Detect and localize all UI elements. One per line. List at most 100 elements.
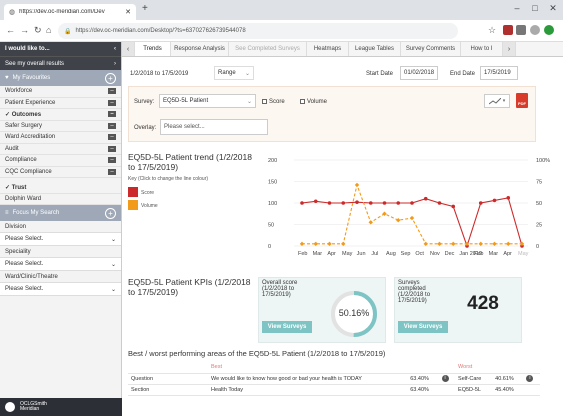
remove-favourite-icon[interactable]: – — [108, 88, 116, 95]
info-icon[interactable]: i — [441, 375, 449, 382]
info-cell — [523, 384, 540, 396]
chevron-left-icon[interactable]: ‹ — [114, 46, 116, 52]
see-results-link[interactable]: See my overall results › — [0, 56, 121, 70]
maximize-icon[interactable]: □ — [528, 3, 542, 13]
sidebar-item[interactable]: Audit – — [0, 144, 121, 155]
address-bar[interactable]: 🔒 https://dev.oc-meridian.com/Desktop/?t… — [58, 23, 458, 39]
favourites-header[interactable]: ♥ My Favourites + — [0, 70, 121, 86]
add-favourite-icon[interactable]: + — [105, 72, 116, 84]
surveys-completed-label: Surveys completed (1/2/2018 to 17/5/2019… — [398, 280, 431, 304]
x-axis-tick-label: Feb — [298, 251, 307, 257]
view-surveys-button[interactable]: View Surveys — [398, 321, 448, 333]
browser-tab[interactable]: ◍ https://dev.oc-meridian.com/Dev ✕ — [4, 4, 136, 20]
sidebar-item[interactable]: Patient Experience – — [0, 98, 121, 109]
star-icon[interactable]: ☆ — [488, 25, 496, 36]
x-axis-tick-label: Jun — [357, 251, 366, 257]
score-point — [451, 204, 456, 209]
tab-item[interactable]: How to I — [461, 42, 503, 56]
division-select[interactable]: Please Select. ⌄ — [0, 232, 121, 246]
overlay-select[interactable]: Please select... — [160, 119, 268, 135]
x-axis-tick-label: May — [342, 251, 353, 257]
filter-icon: ≡ — [5, 210, 9, 216]
ward-clinic-select[interactable]: Please Select. ⌄ — [0, 282, 121, 296]
remove-favourite-icon[interactable]: – — [108, 168, 116, 175]
best-area: We would like to know how good or bad yo… — [208, 373, 408, 385]
sidebar-item-ward[interactable]: Dolphin Ward — [0, 194, 121, 205]
chart-type-button[interactable]: ▾ — [484, 94, 510, 108]
volume-key-swatch[interactable] — [128, 200, 138, 210]
sidebar-item-label: Audit — [5, 145, 19, 152]
best-area: Health Today — [208, 384, 408, 396]
sidebar-item[interactable]: Compliance – — [0, 155, 121, 167]
sidebar-item[interactable]: Workforce – — [0, 86, 121, 98]
pdf-export-icon[interactable]: PDF — [516, 93, 528, 108]
score-key-swatch[interactable] — [128, 187, 138, 197]
sidebar-item[interactable]: CQC Compliance – — [0, 167, 121, 178]
table-header-row: Best Worst — [128, 362, 540, 374]
row-label: Question — [128, 373, 208, 385]
sidebar-item[interactable]: Ward Accreditation – — [0, 132, 121, 144]
start-date-value: 01/02/2018 — [404, 70, 435, 76]
volume-point — [368, 220, 373, 225]
sidebar-item-trust[interactable]: ✓ Trust — [0, 182, 121, 194]
sidebar-item[interactable]: ✓ Outcomes – — [0, 109, 121, 121]
remove-favourite-icon[interactable]: – — [108, 122, 116, 129]
score-point — [300, 201, 304, 205]
remove-favourite-icon[interactable]: – — [108, 99, 116, 106]
close-window-icon[interactable]: ✕ — [546, 3, 560, 14]
sidebar: I would like to... ‹ See my overall resu… — [0, 42, 122, 416]
tab-item[interactable]: League Tables — [349, 42, 401, 56]
add-filter-icon[interactable]: + — [105, 207, 116, 219]
score-key-label: Score — [141, 190, 155, 196]
score-point — [437, 201, 442, 205]
x-axis-tick-label: May — [518, 251, 529, 257]
tab-item[interactable]: Heatmaps — [307, 42, 349, 56]
back-icon[interactable]: ← — [6, 25, 15, 35]
reload-icon[interactable]: ↻ — [34, 25, 42, 36]
chevron-down-icon: ⌄ — [246, 98, 252, 105]
start-date-input[interactable]: 01/02/2018 — [400, 66, 438, 80]
score-point — [313, 199, 318, 204]
sidebar-item-label: CQC Compliance — [5, 168, 52, 175]
remove-favourite-icon[interactable]: – — [108, 157, 116, 164]
x-axis-tick-label: Jul — [371, 251, 378, 257]
new-tab-button[interactable]: + — [142, 3, 148, 14]
volume-point — [354, 182, 360, 188]
speciality-select[interactable]: Please Select. ⌄ — [0, 257, 121, 271]
close-tab-icon[interactable]: ✕ — [125, 8, 131, 16]
extension-icon[interactable] — [544, 25, 554, 35]
chevron-down-icon: ⌄ — [110, 236, 116, 243]
division-value: Please Select. — [5, 236, 44, 242]
sidebar-item[interactable]: Safer Surgery – — [0, 121, 121, 132]
focus-search-header[interactable]: ≡ Focus My Search + — [0, 205, 121, 221]
range-select[interactable]: Range ⌄ — [214, 66, 254, 80]
info-icon[interactable]: i — [526, 375, 534, 382]
end-date-input[interactable]: 17/5/2019 — [480, 66, 518, 80]
tab-item[interactable]: See Completed Surveys — [229, 42, 307, 56]
trend-chart-title: EQ5D-5L Patient trend (1/2/2018 to 17/5/… — [128, 152, 252, 172]
tabs-scroll-right-icon[interactable]: › — [503, 42, 516, 56]
extension-icon[interactable] — [530, 25, 540, 35]
extension-icon[interactable] — [503, 25, 513, 35]
volume-key-label: Volume — [141, 203, 158, 209]
view-surveys-button[interactable]: View Surveys — [262, 321, 312, 333]
score-checkbox[interactable]: Score — [262, 99, 285, 105]
survey-select[interactable]: EQ5D-5L Patient ⌄ — [159, 94, 256, 108]
table-row: Question We would like to know how good … — [128, 373, 540, 385]
left-axis-tick-label: 50 — [268, 223, 274, 229]
x-axis-tick-label: Dec — [445, 251, 455, 257]
score-point — [396, 201, 401, 205]
tab-item[interactable]: Trends — [135, 42, 171, 56]
extension-icon[interactable] — [516, 25, 526, 35]
home-icon[interactable]: ⌂ — [46, 25, 51, 35]
forward-icon[interactable]: → — [20, 25, 29, 35]
tabs-scroll-left-icon[interactable]: ‹ — [122, 42, 135, 56]
tab-item[interactable]: Response Analysis — [171, 42, 229, 56]
remove-favourite-icon[interactable]: – — [108, 111, 116, 118]
minimize-icon[interactable]: – — [510, 3, 524, 13]
chevron-down-icon: ⌄ — [244, 70, 250, 77]
remove-favourite-icon[interactable]: – — [108, 134, 116, 141]
remove-favourite-icon[interactable]: – — [108, 145, 116, 152]
tab-item[interactable]: Survey Comments — [401, 42, 461, 56]
volume-checkbox[interactable]: Volume — [300, 99, 327, 105]
